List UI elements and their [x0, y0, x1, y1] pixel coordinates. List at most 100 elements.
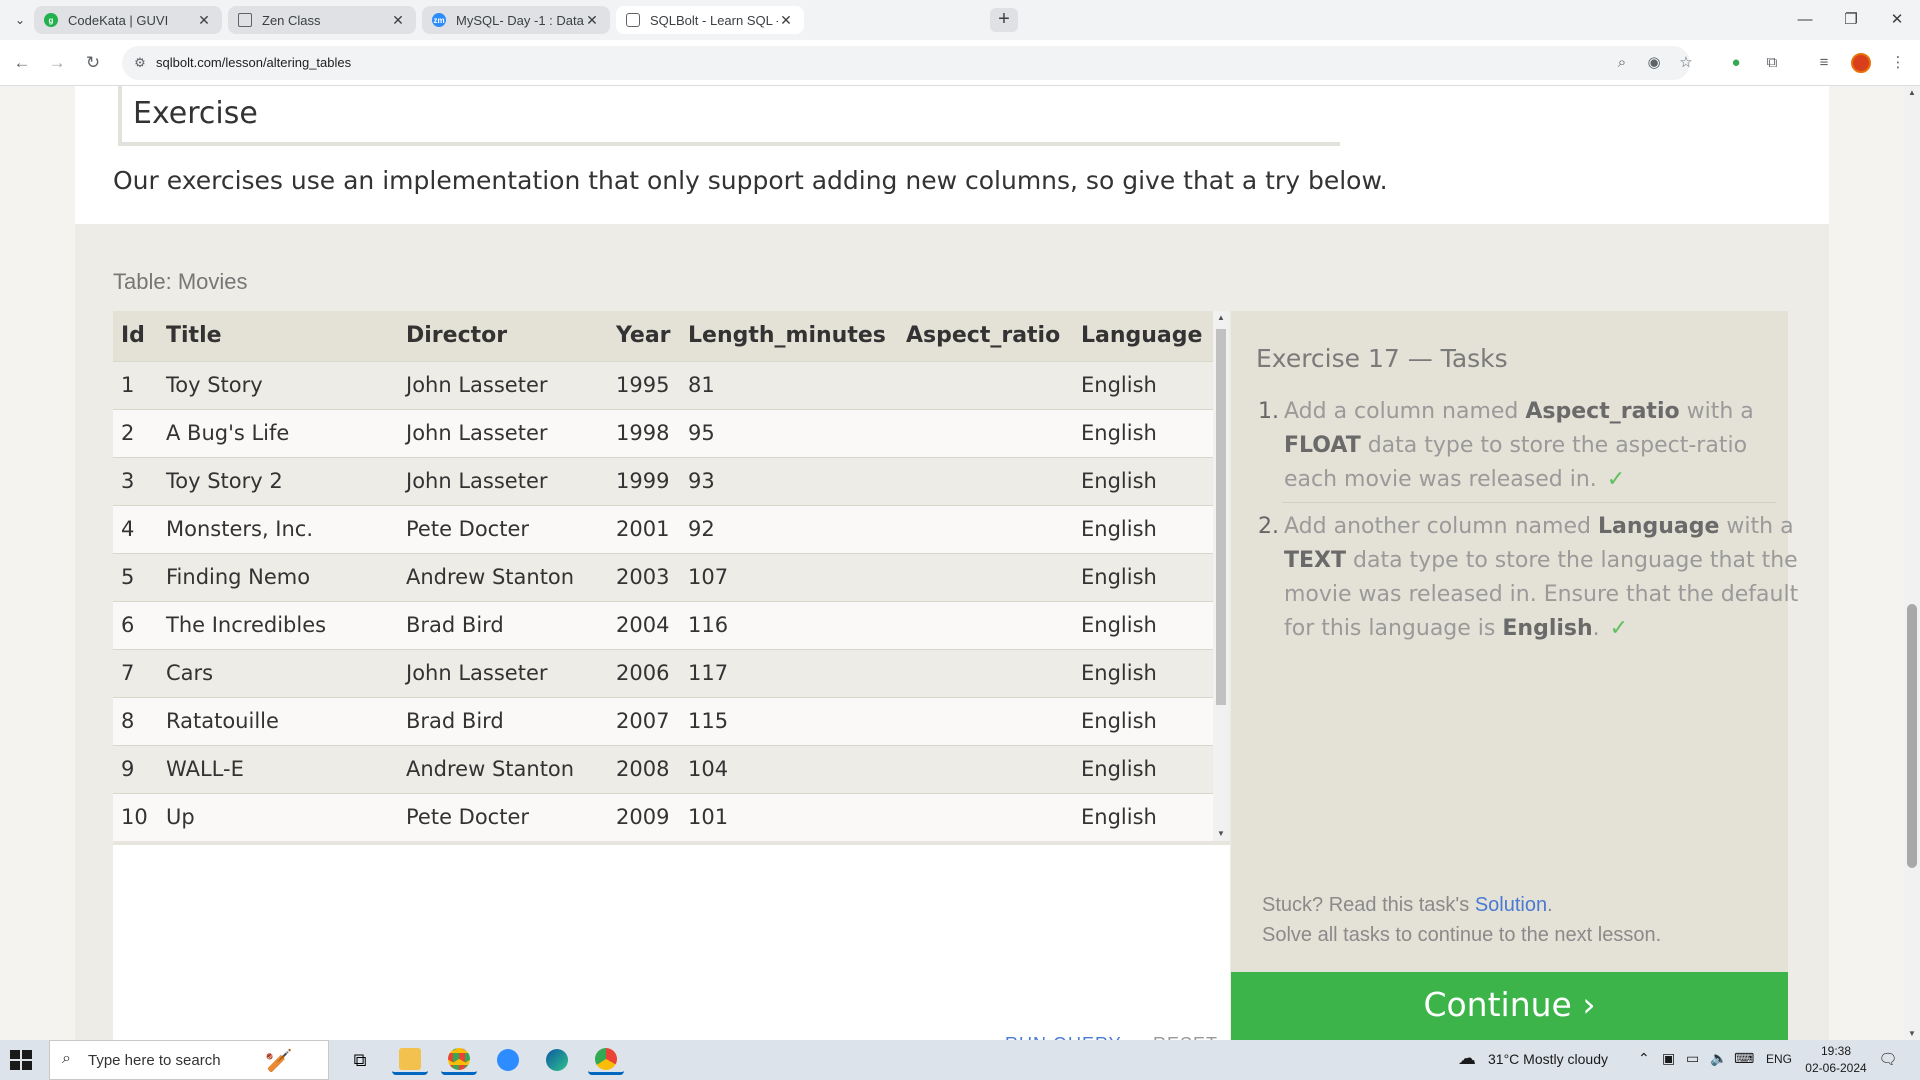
column-header: Aspect_ratio: [898, 311, 1073, 361]
chrome-icon[interactable]: [441, 1045, 477, 1075]
search-icon: ⌕: [62, 1050, 71, 1067]
tab-title: SQLBolt - Learn SQL - SQL Less: [650, 12, 778, 28]
weather-cloud-icon[interactable]: ☁: [1458, 1048, 1476, 1069]
reload-icon[interactable]: ↻: [80, 50, 106, 76]
table-cell: English: [1073, 696, 1213, 745]
page-scroll-down-icon[interactable]: ▼: [1904, 1029, 1920, 1038]
table-cell: 6: [113, 600, 158, 649]
profile-avatar[interactable]: [1851, 53, 1871, 73]
scroll-down-arrow-icon[interactable]: ▼: [1213, 827, 1229, 841]
table-cell: English: [1073, 792, 1213, 841]
bookmark-star-icon[interactable]: ☆: [1676, 53, 1696, 73]
table-cell: WALL-E: [158, 744, 398, 793]
close-icon[interactable]: ✕: [390, 12, 406, 29]
windows-taskbar: ⌕ Type here to search 🏏 ⧉ ☁ 31°C Mostly …: [0, 1040, 1920, 1080]
keyboard-icon[interactable]: ⌨: [1734, 1050, 1754, 1067]
task-keyword: Aspect_ratio: [1525, 399, 1680, 424]
address-bar[interactable]: ⚙ sqlbolt.com/lesson/altering_tables ⌕ ◉…: [122, 46, 1693, 80]
more-menu-icon[interactable]: ⋮: [1888, 53, 1908, 73]
table-cell: [898, 408, 1073, 457]
table-row: 8 Ratatouille Brad Bird 2007 115 English: [113, 696, 1213, 745]
table-header-row: Id Title Director Year Length_minutes As…: [113, 311, 1213, 361]
system-clock[interactable]: 19:38 02-06-2024: [1804, 1043, 1868, 1077]
close-icon[interactable]: ✕: [196, 12, 212, 29]
task-text-part: with a: [1719, 514, 1794, 539]
column-header: Director: [398, 311, 608, 361]
minimize-icon[interactable]: —: [1790, 8, 1820, 32]
page-scrollbar-thumb[interactable]: [1907, 604, 1917, 868]
windows-start-icon[interactable]: [10, 1050, 32, 1070]
sqlbolt-icon: [626, 13, 640, 27]
table-cell: [898, 360, 1073, 409]
chrome-profile-icon[interactable]: [588, 1045, 624, 1075]
table-scrollbar-thumb[interactable]: [1216, 329, 1226, 705]
page-scrollbar[interactable]: ▲ ▼: [1904, 86, 1920, 1040]
scroll-up-arrow-icon[interactable]: ▲: [1213, 311, 1229, 325]
checkmark-icon: ✓: [1609, 616, 1629, 641]
column-header: Language: [1073, 311, 1213, 361]
meet-now-icon[interactable]: ▣: [1662, 1050, 1675, 1067]
zoom-magnifier-icon[interactable]: ⌕: [1612, 53, 1632, 73]
table-cell: [898, 552, 1073, 601]
search-highlight-cricket-icon[interactable]: 🏏: [265, 1044, 325, 1078]
stuck-help: Stuck? Read this task's Solution. Solve …: [1262, 890, 1661, 950]
input-language[interactable]: ENG: [1766, 1052, 1792, 1066]
eye-slash-icon[interactable]: ◉: [1644, 53, 1664, 73]
table-cell: English: [1073, 648, 1213, 697]
task-text-part: .: [1592, 616, 1600, 641]
table-cell: 10: [113, 792, 158, 841]
url-text[interactable]: sqlbolt.com/lesson/altering_tables: [156, 55, 351, 70]
tab-sqlbolt[interactable]: SQLBolt - Learn SQL - SQL Less ✕: [616, 6, 804, 34]
edge-icon[interactable]: [539, 1045, 575, 1075]
window-close-icon[interactable]: ✕: [1882, 8, 1912, 32]
task-divider: [1282, 502, 1776, 503]
media-controls-icon[interactable]: ≡: [1814, 53, 1834, 73]
tab-zen-class[interactable]: Zen Class ✕: [228, 6, 416, 34]
table-cell: [898, 456, 1073, 505]
notification-center-icon[interactable]: 🗨: [1878, 1050, 1898, 1070]
table-cell: Toy Story 2: [158, 456, 398, 505]
table-cell: 104: [680, 744, 898, 793]
table-cell: English: [1073, 744, 1213, 793]
tab-mysql-day[interactable]: zm MySQL- Day -1 : Database - My ✕: [422, 6, 610, 34]
table-scrollbar[interactable]: ▲ ▼: [1213, 311, 1229, 841]
table-cell: [898, 744, 1073, 793]
close-icon[interactable]: ✕: [778, 12, 794, 29]
battery-icon[interactable]: ▭: [1686, 1050, 1699, 1067]
table-cell: 3: [113, 456, 158, 505]
file-explorer-icon[interactable]: [392, 1045, 428, 1075]
table-cell: John Lasseter: [398, 360, 608, 409]
table-cell: 93: [680, 456, 898, 505]
zoom-app-icon[interactable]: [490, 1045, 526, 1075]
show-hidden-icons-chevron-icon[interactable]: ⌃: [1638, 1050, 1650, 1067]
site-info-icon[interactable]: ⚙: [132, 55, 148, 71]
table-cell: 1: [113, 360, 158, 409]
continue-button[interactable]: Continue ›: [1231, 972, 1788, 1040]
volume-icon[interactable]: 🔈: [1710, 1050, 1727, 1067]
solution-link[interactable]: Solution: [1475, 894, 1547, 916]
restore-icon[interactable]: ❐: [1836, 8, 1866, 32]
table-cell: 1995: [608, 360, 680, 409]
tab-codekata[interactable]: g CodeKata | GUVI ✕: [34, 6, 222, 34]
table-row: 2A Bug's Life John Lasseter 1998 95 English: [113, 408, 1213, 457]
extensions-puzzle-icon[interactable]: ⧉: [1762, 53, 1782, 73]
new-tab-button[interactable]: +: [990, 8, 1018, 32]
task-view-icon[interactable]: ⧉: [342, 1045, 378, 1075]
page-scroll-up-icon[interactable]: ▲: [1904, 88, 1920, 97]
table-cell: 101: [680, 792, 898, 841]
tab-search-chevron-icon[interactable]: ⌄: [12, 12, 28, 28]
weather-text[interactable]: 31°C Mostly cloudy: [1488, 1051, 1608, 1067]
table-cell: John Lasseter: [398, 456, 608, 505]
table-row: 3 Toy Story 2 John Lasseter 1999 93 English: [113, 456, 1213, 505]
table-cell: 2007: [608, 696, 680, 745]
query-editor[interactable]: [113, 841, 1230, 1040]
table-cell: 1999: [608, 456, 680, 505]
close-icon[interactable]: ✕: [584, 12, 600, 29]
color-picker-extension-icon[interactable]: ●: [1726, 53, 1746, 73]
forward-arrow-icon[interactable]: →: [44, 50, 70, 76]
back-arrow-icon[interactable]: ←: [9, 50, 35, 76]
table-cell: [898, 648, 1073, 697]
tasks-title: Exercise 17 — Tasks: [1256, 344, 1508, 373]
table-cell: Monsters, Inc.: [158, 504, 398, 553]
taskbar-search[interactable]: ⌕ Type here to search 🏏: [49, 1040, 329, 1080]
